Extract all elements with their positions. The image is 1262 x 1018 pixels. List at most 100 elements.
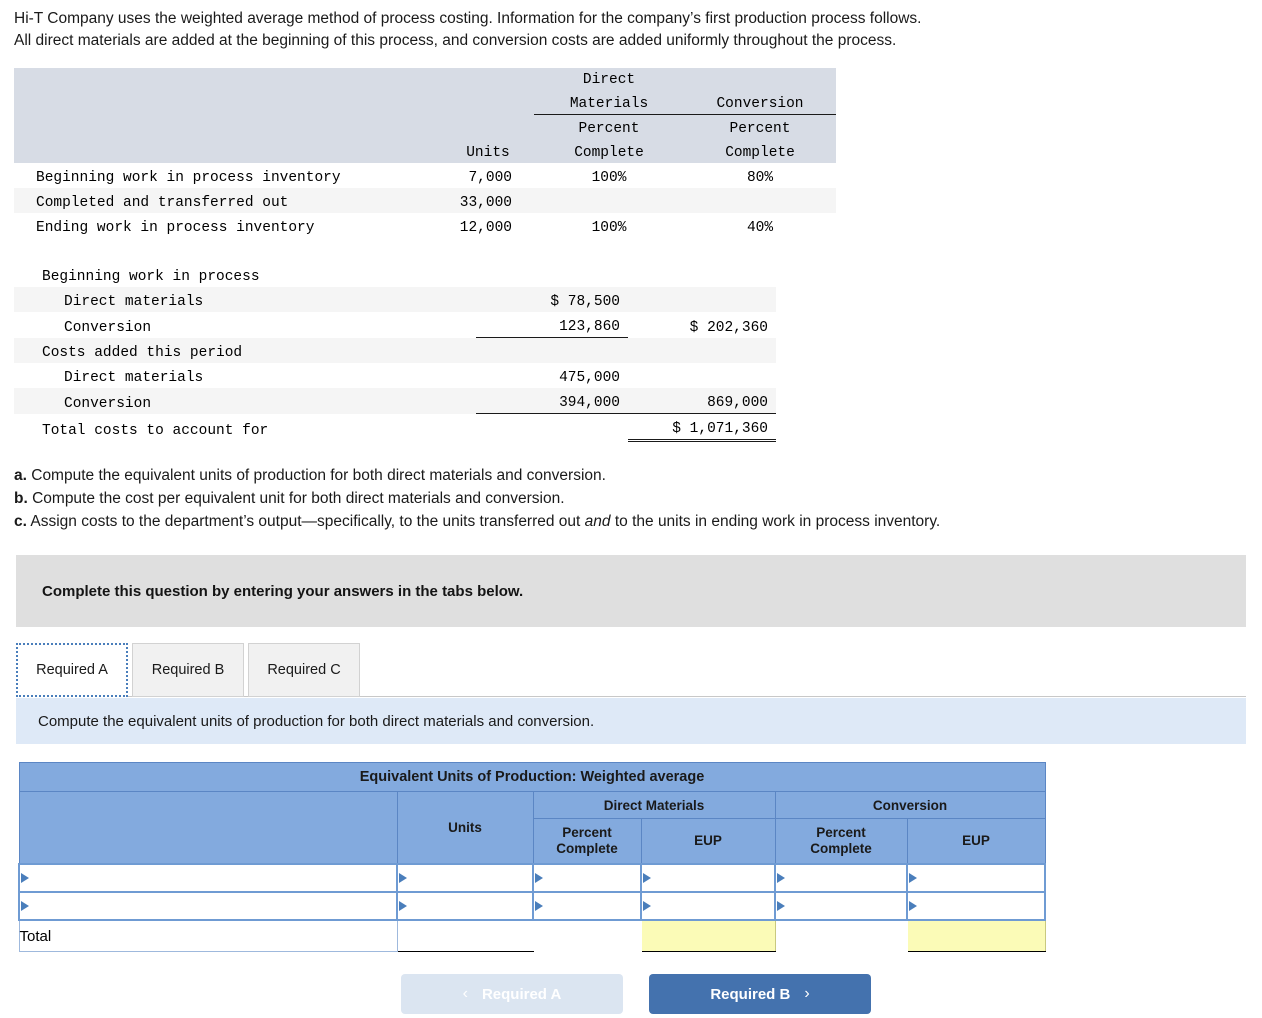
row-amount-2	[628, 287, 776, 312]
eup-row-2-dm-percent-cell[interactable]	[532, 891, 642, 921]
eup-row-1-name-input[interactable]	[20, 865, 396, 891]
tab-required-a-label: Required A	[36, 662, 108, 678]
units-fact-table-header-row-2: Materials Conversion	[14, 90, 836, 115]
eup-row-2-dm-eup-cell[interactable]	[640, 891, 776, 921]
eup-total-units-input[interactable]	[397, 921, 533, 951]
dropdown-caret-icon	[777, 901, 785, 911]
requirement-b-text: Compute the cost per equivalent unit for…	[27, 490, 565, 507]
eup-total-conv-eup-input[interactable]	[907, 921, 1045, 951]
eup-table-title: Equivalent Units of Production: Weighted…	[18, 762, 1046, 792]
eup-conv-percent-line2: Complete	[810, 841, 872, 856]
eup-total-dm-eup-input[interactable]	[641, 921, 775, 951]
table-row: Conversion 394,000 869,000	[14, 388, 776, 414]
eup-row-1-conv-eup-cell[interactable]	[906, 863, 1046, 893]
row-amount-2: $ 202,360	[689, 319, 768, 336]
complete-question-banner-text: Complete this question by entering your …	[42, 582, 524, 600]
row-label: Beginning work in process	[42, 269, 260, 285]
units-column-header: Units	[442, 139, 534, 163]
row-amount-1: 123,860	[476, 312, 628, 338]
conv-complete-label: Complete	[684, 139, 836, 163]
eup-conv-percent-line1: Percent	[816, 825, 866, 840]
eup-dm-percent-line2: Complete	[556, 841, 618, 856]
table-row-total: Total costs to account for $ 1,071,360	[14, 413, 776, 442]
tab-required-c[interactable]: Required C	[248, 643, 360, 697]
row-label: Total costs to account for	[42, 422, 269, 439]
row-conv-percent: 80%	[746, 170, 774, 186]
eup-total-dm-eup-cell[interactable]	[640, 919, 776, 952]
eup-row-2-dm-eup-input[interactable]	[642, 893, 774, 919]
eup-dm-eup-header: EUP	[640, 818, 776, 865]
eup-row-1-dm-eup-input[interactable]	[642, 865, 774, 891]
dm-header-line1: Direct	[534, 68, 684, 90]
table-row: Completed and transferred out 33,000	[14, 188, 836, 213]
row-label: Conversion	[14, 388, 476, 414]
table-row: Direct materials 475,000	[14, 363, 776, 388]
requirements-list: a. Compute the equivalent units of produ…	[14, 464, 1204, 533]
eup-blank-header	[18, 791, 398, 865]
eup-row-2-name-input[interactable]	[20, 893, 396, 919]
tab-instruction-bar: Compute the equivalent units of producti…	[16, 698, 1246, 744]
complete-question-banner: Complete this question by entering your …	[16, 555, 1246, 627]
eup-row-2-dm-percent-input[interactable]	[534, 893, 640, 919]
dropdown-caret-icon	[535, 873, 543, 883]
row-label: Direct materials	[64, 370, 204, 386]
dropdown-caret-icon	[643, 901, 651, 911]
units-fact-table-header-row-3: Percent Percent	[14, 114, 836, 139]
eup-row-2-conv-percent-input[interactable]	[776, 893, 906, 919]
row-amount-2	[628, 363, 776, 388]
eup-row-1-units-input[interactable]	[398, 865, 532, 891]
eup-row-1-name-cell[interactable]	[18, 863, 398, 893]
row-label: Costs added this period	[14, 337, 476, 363]
problem-statement-line-2: All direct materials are added at the be…	[14, 32, 897, 49]
requirement-c-text-part2: to the units in ending work in process i…	[610, 513, 941, 530]
equivalent-units-answer-table: Equivalent Units of Production: Weighted…	[18, 762, 1046, 952]
dropdown-caret-icon	[909, 873, 917, 883]
requirement-c-marker: c.	[14, 513, 27, 530]
row-amount-2: $ 1,071,360	[628, 413, 776, 442]
requirement-b-marker: b.	[14, 490, 28, 507]
dm-header-line2: Materials	[534, 90, 684, 115]
table-row: Ending work in process inventory 12,000 …	[14, 213, 836, 238]
next-required-b-button[interactable]: Required B ›	[649, 974, 871, 1014]
problem-statement-line-1: Hi-T Company uses the weighted average m…	[14, 10, 922, 27]
eup-row-2-conv-percent-cell[interactable]	[774, 891, 908, 921]
row-dm-percent: 100%	[591, 220, 627, 236]
eup-total-conv-eup-cell[interactable]	[906, 919, 1046, 952]
table-row	[18, 863, 1046, 893]
eup-row-2-units-input[interactable]	[398, 893, 532, 919]
requirement-a: a. Compute the equivalent units of produ…	[14, 464, 1204, 487]
eup-row-1-dm-percent-input[interactable]	[534, 865, 640, 891]
requirement-c: c. Assign costs to the department’s outp…	[14, 510, 1204, 533]
dm-percent-label: Percent	[534, 114, 684, 139]
tab-required-a[interactable]: Required A	[16, 643, 128, 697]
eup-row-2-conv-eup-cell[interactable]	[906, 891, 1046, 921]
tab-instruction-text: Compute the equivalent units of producti…	[38, 712, 595, 730]
eup-row-1-dm-eup-cell[interactable]	[640, 863, 776, 893]
row-conv-percent	[684, 188, 836, 213]
requirement-a-text: Compute the equivalent units of producti…	[26, 467, 606, 484]
requirement-c-emphasis: and	[584, 513, 611, 530]
previous-required-a-button[interactable]: ‹ Required A	[401, 974, 623, 1014]
row-amount-1: $ 78,500	[476, 287, 628, 312]
eup-total-label: Total	[18, 919, 398, 952]
eup-row-2-units-cell[interactable]	[396, 891, 534, 921]
row-amount-2	[628, 337, 776, 363]
eup-row-1-conv-percent-input[interactable]	[776, 865, 906, 891]
row-amount-2	[628, 262, 776, 287]
eup-total-units-cell[interactable]	[396, 919, 534, 952]
eup-dm-percent-line1: Percent	[562, 825, 612, 840]
dropdown-caret-icon	[399, 901, 407, 911]
eup-row-2-name-cell[interactable]	[18, 891, 398, 921]
tab-required-b[interactable]: Required B	[132, 643, 244, 697]
row-amount-1	[476, 414, 628, 441]
eup-row-1-conv-eup-input[interactable]	[908, 865, 1044, 891]
row-units: 33,000	[442, 188, 534, 213]
eup-row-1-dm-percent-cell[interactable]	[532, 863, 642, 893]
requirement-a-marker: a.	[14, 467, 27, 484]
table-row: Beginning work in process inventory 7,00…	[14, 163, 836, 188]
eup-row-2-conv-eup-input[interactable]	[908, 893, 1044, 919]
dropdown-caret-icon	[777, 873, 785, 883]
eup-units-header: Units	[396, 791, 534, 865]
eup-row-1-conv-percent-cell[interactable]	[774, 863, 908, 893]
eup-row-1-units-cell[interactable]	[396, 863, 534, 893]
